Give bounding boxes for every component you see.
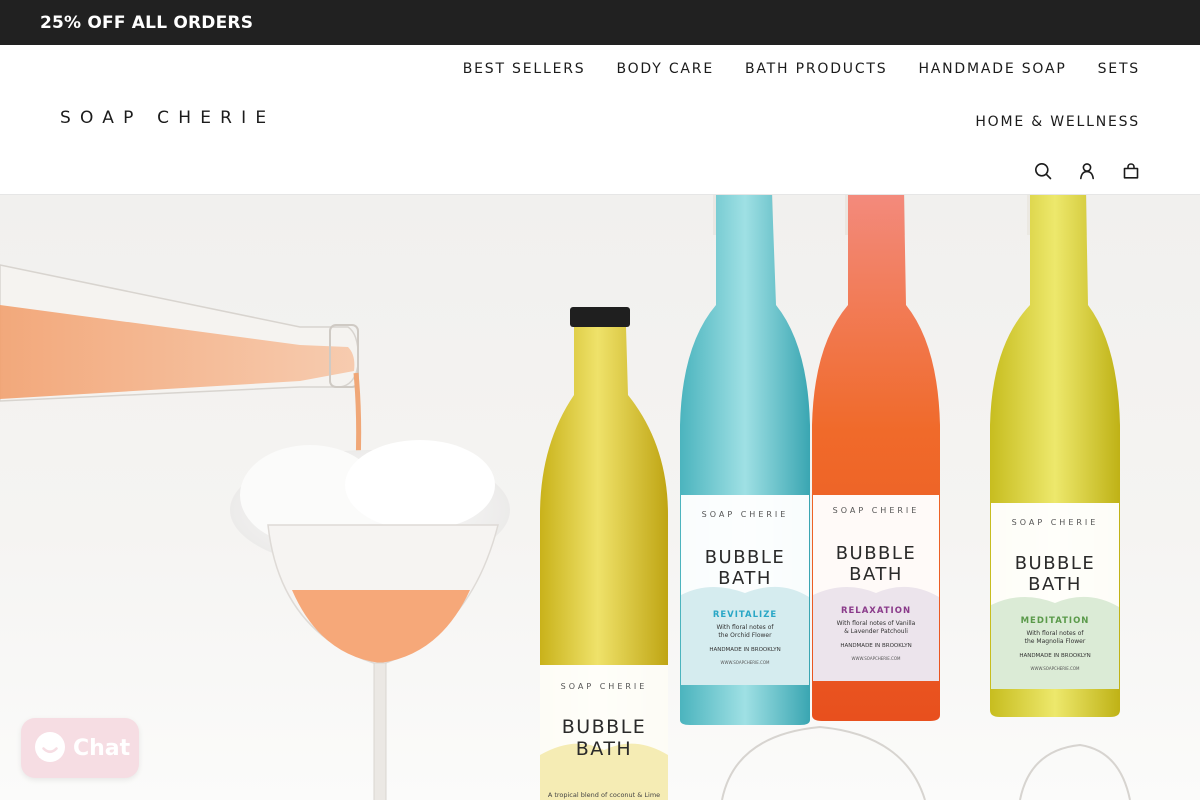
nav-item-handmade-soap[interactable]: HANDMADE SOAP — [918, 61, 1066, 77]
bottle-4-url: WWW.SOAPCHERIE.COM — [1031, 666, 1080, 671]
glasses-bottom — [721, 725, 1131, 800]
bottle-4-note2: the Magnolia Flower — [1025, 638, 1086, 645]
header-icons — [1034, 162, 1140, 180]
bottle-3-made: HANDMADE IN BROOKLYN — [840, 643, 911, 649]
bottle-1-brand: SOAP CHERIE — [561, 682, 648, 691]
bottle-4-made: HANDMADE IN BROOKLYN — [1019, 653, 1090, 659]
nav-item-sets[interactable]: SETS — [1098, 61, 1140, 77]
bottle-1-subtitle: BATH — [576, 738, 632, 760]
bottle-2-subtitle: BATH — [718, 568, 772, 589]
bottle-4-variant: MEDITATION — [1021, 616, 1090, 626]
bottle-3-url: WWW.SOAPCHERIE.COM — [852, 656, 901, 661]
bottle-3-brand: SOAP CHERIE — [833, 506, 920, 515]
bottle-relaxation: SOAP CHERIE BUBBLE BATH RELAXATION With … — [812, 195, 940, 721]
nav-item-bath-products[interactable]: BATH PRODUCTS — [745, 61, 887, 77]
bottle-2-brand: SOAP CHERIE — [702, 510, 789, 519]
bottle-3-variant: RELAXATION — [841, 606, 911, 616]
chat-label: Chat — [73, 735, 131, 761]
site-header: SOAP CHERIE BEST SELLERS BODY CARE BATH … — [0, 45, 1200, 195]
bottle-2-url: WWW.SOAPCHERIE.COM — [721, 660, 770, 665]
chat-bubble-icon — [35, 732, 65, 762]
hero-illustration: SOAP CHERIE BUBBLE BATH A tropical blend… — [0, 195, 1131, 800]
nav-item-home-wellness[interactable]: HOME & WELLNESS — [975, 114, 1140, 130]
bottle-1-note: A tropical blend of coconut & Lime — [548, 791, 660, 799]
main-nav: BEST SELLERS BODY CARE BATH PRODUCTS HAN… — [463, 61, 1140, 77]
chat-button[interactable]: Chat — [21, 718, 139, 778]
announcement-text: 25% OFF ALL ORDERS — [40, 12, 254, 33]
bottle-coconut: SOAP CHERIE BUBBLE BATH A tropical blend… — [540, 307, 668, 800]
hero-banner[interactable]: SOAP CHERIE BUBBLE BATH A tropical blend… — [0, 195, 1200, 800]
bottle-2-note2: the Orchid Flower — [718, 632, 772, 639]
bottle-4-title: BUBBLE — [1015, 553, 1096, 574]
search-icon[interactable] — [1034, 162, 1052, 180]
account-icon[interactable] — [1078, 162, 1096, 180]
bottle-2-variant: REVITALIZE — [713, 610, 777, 620]
bottle-2-title: BUBBLE — [705, 547, 786, 568]
bottle-4-note1: With floral notes of — [1026, 630, 1084, 637]
brand-logo[interactable]: SOAP CHERIE — [60, 108, 275, 128]
bottle-1-title: BUBBLE — [562, 716, 647, 738]
bottle-4-subtitle: BATH — [1028, 574, 1082, 595]
announcement-bar: 25% OFF ALL ORDERS — [0, 0, 1200, 45]
coupe-glass — [230, 440, 510, 800]
main-nav-row-2: HOME & WELLNESS — [975, 113, 1140, 131]
bottle-4-brand: SOAP CHERIE — [1012, 518, 1099, 527]
nav-item-best-sellers[interactable]: BEST SELLERS — [463, 61, 586, 77]
bottle-3-note1: With floral notes of Vanilla — [837, 620, 916, 627]
bottle-3-subtitle: BATH — [849, 564, 903, 585]
pouring-bottle — [0, 264, 362, 466]
bottle-2-made: HANDMADE IN BROOKLYN — [709, 647, 780, 653]
bottle-2-note1: With floral notes of — [716, 624, 774, 631]
bottle-3-note2: & Lavender Patchouli — [844, 628, 908, 635]
bottle-3-title: BUBBLE — [836, 543, 917, 564]
bottle-revitalize: SOAP CHERIE BUBBLE BATH REVITALIZE With … — [680, 195, 810, 725]
nav-item-body-care[interactable]: BODY CARE — [616, 61, 714, 77]
bottle-meditation: SOAP CHERIE BUBBLE BATH MEDITATION With … — [990, 195, 1120, 717]
cart-icon[interactable] — [1122, 162, 1140, 180]
